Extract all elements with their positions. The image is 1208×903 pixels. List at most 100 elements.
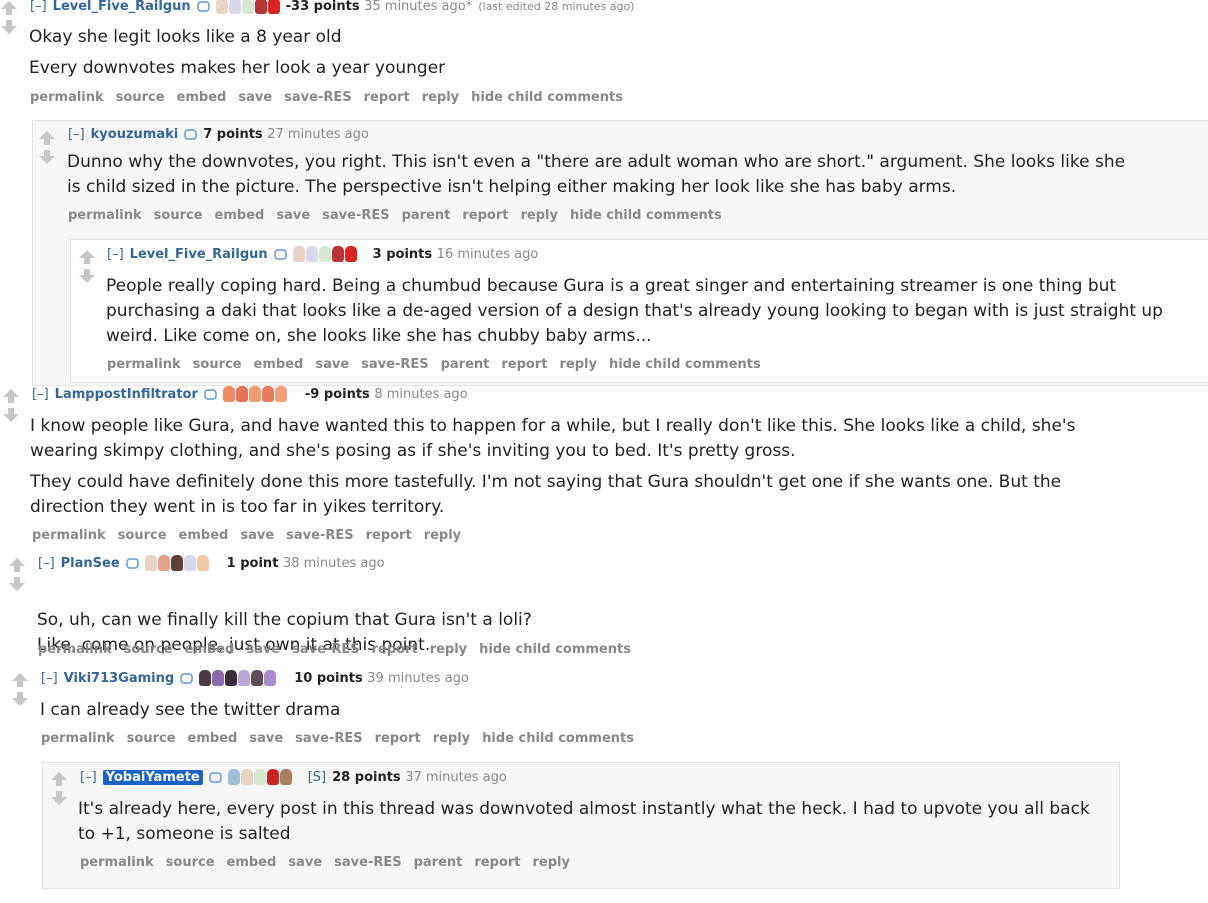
permalink-link[interactable]: permalink bbox=[32, 528, 106, 543]
tag-icon[interactable] bbox=[273, 248, 287, 260]
hide-child-comments-link[interactable]: hide child comments bbox=[570, 208, 722, 223]
collapse-toggle[interactable]: [–] bbox=[32, 387, 49, 402]
reply-link[interactable]: reply bbox=[430, 642, 467, 657]
downvote-arrow-icon[interactable] bbox=[2, 407, 20, 423]
tag-icon[interactable] bbox=[184, 129, 197, 140]
hide-child-comments-link[interactable]: hide child comments bbox=[482, 731, 634, 746]
upvote-arrow-icon[interactable] bbox=[0, 0, 18, 16]
save-res-link[interactable]: save-RES bbox=[284, 90, 351, 105]
user-flair bbox=[144, 555, 209, 571]
downvote-arrow-icon[interactable] bbox=[0, 19, 18, 35]
comment-score: -33 points 35 minutes ago* bbox=[285, 0, 473, 14]
source-link[interactable]: source bbox=[166, 855, 215, 870]
save-link[interactable]: save bbox=[249, 731, 283, 746]
save-link[interactable]: save bbox=[238, 90, 272, 105]
parent-link[interactable]: parent bbox=[402, 208, 451, 223]
report-link[interactable]: report bbox=[375, 731, 421, 746]
report-link[interactable]: report bbox=[364, 90, 410, 105]
comment-paragraph: Okay she legit looks like a 8 year old bbox=[29, 27, 342, 47]
permalink-link[interactable]: permalink bbox=[41, 731, 115, 746]
permalink-link[interactable]: permalink bbox=[30, 90, 104, 105]
upvote-arrow-icon[interactable] bbox=[8, 557, 26, 573]
comment-author[interactable]: YobaiYamete bbox=[102, 769, 203, 785]
comment-tagline: [–] Level_Five_Railgun -33 points 35 min… bbox=[30, 0, 634, 14]
tag-icon[interactable] bbox=[180, 672, 193, 684]
upvote-arrow-icon[interactable] bbox=[2, 388, 20, 404]
upvote-arrow-icon[interactable] bbox=[11, 672, 29, 688]
permalink-link[interactable]: permalink bbox=[80, 855, 154, 870]
save-link[interactable]: save bbox=[288, 855, 322, 870]
tag-icon[interactable] bbox=[125, 557, 139, 569]
source-link[interactable]: source bbox=[193, 357, 242, 372]
save-link[interactable]: save bbox=[246, 642, 280, 657]
report-link[interactable]: report bbox=[501, 357, 547, 372]
hide-child-comments-link[interactable]: hide child comments bbox=[609, 357, 761, 372]
submitter-tag[interactable]: [S] bbox=[308, 770, 326, 785]
downvote-arrow-icon[interactable] bbox=[38, 149, 56, 165]
save-res-link[interactable]: save-RES bbox=[361, 357, 428, 372]
comment-author[interactable]: PlanSee bbox=[61, 556, 120, 571]
report-link[interactable]: report bbox=[372, 642, 418, 657]
collapse-toggle[interactable]: [–] bbox=[41, 671, 58, 686]
hide-child-comments-link[interactable]: hide child comments bbox=[479, 642, 631, 657]
downvote-arrow-icon[interactable] bbox=[78, 268, 96, 284]
embed-link[interactable]: embed bbox=[185, 642, 235, 657]
collapse-toggle[interactable]: [–] bbox=[68, 127, 85, 142]
save-link[interactable]: save bbox=[276, 208, 310, 223]
reply-link[interactable]: reply bbox=[520, 208, 557, 223]
hide-child-comments-link[interactable]: hide child comments bbox=[471, 90, 623, 105]
save-res-link[interactable]: save-RES bbox=[334, 855, 401, 870]
tag-icon[interactable] bbox=[208, 771, 222, 783]
report-link[interactable]: report bbox=[366, 528, 412, 543]
comment-author[interactable]: kyouzumaki bbox=[91, 127, 179, 142]
collapse-toggle[interactable]: [–] bbox=[38, 556, 55, 571]
reply-link[interactable]: reply bbox=[422, 90, 459, 105]
comment-author[interactable]: LamppostInfiltrator bbox=[55, 387, 198, 402]
permalink-link[interactable]: permalink bbox=[107, 357, 181, 372]
save-res-link[interactable]: save-RES bbox=[322, 208, 389, 223]
collapse-toggle[interactable]: [–] bbox=[107, 247, 124, 262]
embed-link[interactable]: embed bbox=[215, 208, 265, 223]
permalink-link[interactable]: permalink bbox=[68, 208, 142, 223]
parent-link[interactable]: parent bbox=[441, 357, 490, 372]
reply-link[interactable]: reply bbox=[424, 528, 461, 543]
embed-link[interactable]: embed bbox=[227, 855, 277, 870]
comment-author[interactable]: Level_Five_Railgun bbox=[130, 247, 268, 262]
permalink-link[interactable]: permalink bbox=[38, 642, 112, 657]
source-link[interactable]: source bbox=[127, 731, 176, 746]
parent-link[interactable]: parent bbox=[414, 855, 463, 870]
source-link[interactable]: source bbox=[124, 642, 173, 657]
report-link[interactable]: report bbox=[474, 855, 520, 870]
collapse-toggle[interactable]: [–] bbox=[80, 770, 97, 785]
comment-author[interactable]: Viki713Gaming bbox=[64, 671, 175, 686]
tag-icon[interactable] bbox=[204, 388, 217, 400]
source-link[interactable]: source bbox=[154, 208, 203, 223]
source-link[interactable]: source bbox=[118, 528, 167, 543]
downvote-arrow-icon[interactable] bbox=[8, 576, 26, 592]
reply-link[interactable]: reply bbox=[433, 731, 470, 746]
comment-author[interactable]: Level_Five_Railgun bbox=[53, 0, 191, 14]
comment-score: 3 points 16 minutes ago bbox=[372, 246, 539, 262]
save-res-link[interactable]: save-RES bbox=[286, 528, 353, 543]
save-link[interactable]: save bbox=[315, 357, 349, 372]
downvote-arrow-icon[interactable] bbox=[11, 691, 29, 707]
report-link[interactable]: report bbox=[462, 208, 508, 223]
save-res-link[interactable]: save-RES bbox=[292, 642, 359, 657]
reply-link[interactable]: reply bbox=[559, 357, 596, 372]
save-res-link[interactable]: save-RES bbox=[295, 731, 362, 746]
comment-actions: permalink source embed save save-RES parent re… bbox=[68, 208, 734, 223]
embed-link[interactable]: embed bbox=[188, 731, 238, 746]
upvote-arrow-icon[interactable] bbox=[38, 130, 56, 146]
collapse-toggle[interactable]: [–] bbox=[30, 0, 47, 14]
user-flair bbox=[199, 670, 277, 686]
source-link[interactable]: source bbox=[116, 90, 165, 105]
upvote-arrow-icon[interactable] bbox=[78, 249, 96, 265]
save-link[interactable]: save bbox=[240, 528, 274, 543]
embed-link[interactable]: embed bbox=[177, 90, 227, 105]
embed-link[interactable]: embed bbox=[179, 528, 229, 543]
upvote-arrow-icon[interactable] bbox=[50, 771, 68, 787]
downvote-arrow-icon[interactable] bbox=[50, 790, 68, 806]
tag-icon[interactable] bbox=[196, 0, 210, 12]
reply-link[interactable]: reply bbox=[532, 855, 569, 870]
embed-link[interactable]: embed bbox=[254, 357, 304, 372]
